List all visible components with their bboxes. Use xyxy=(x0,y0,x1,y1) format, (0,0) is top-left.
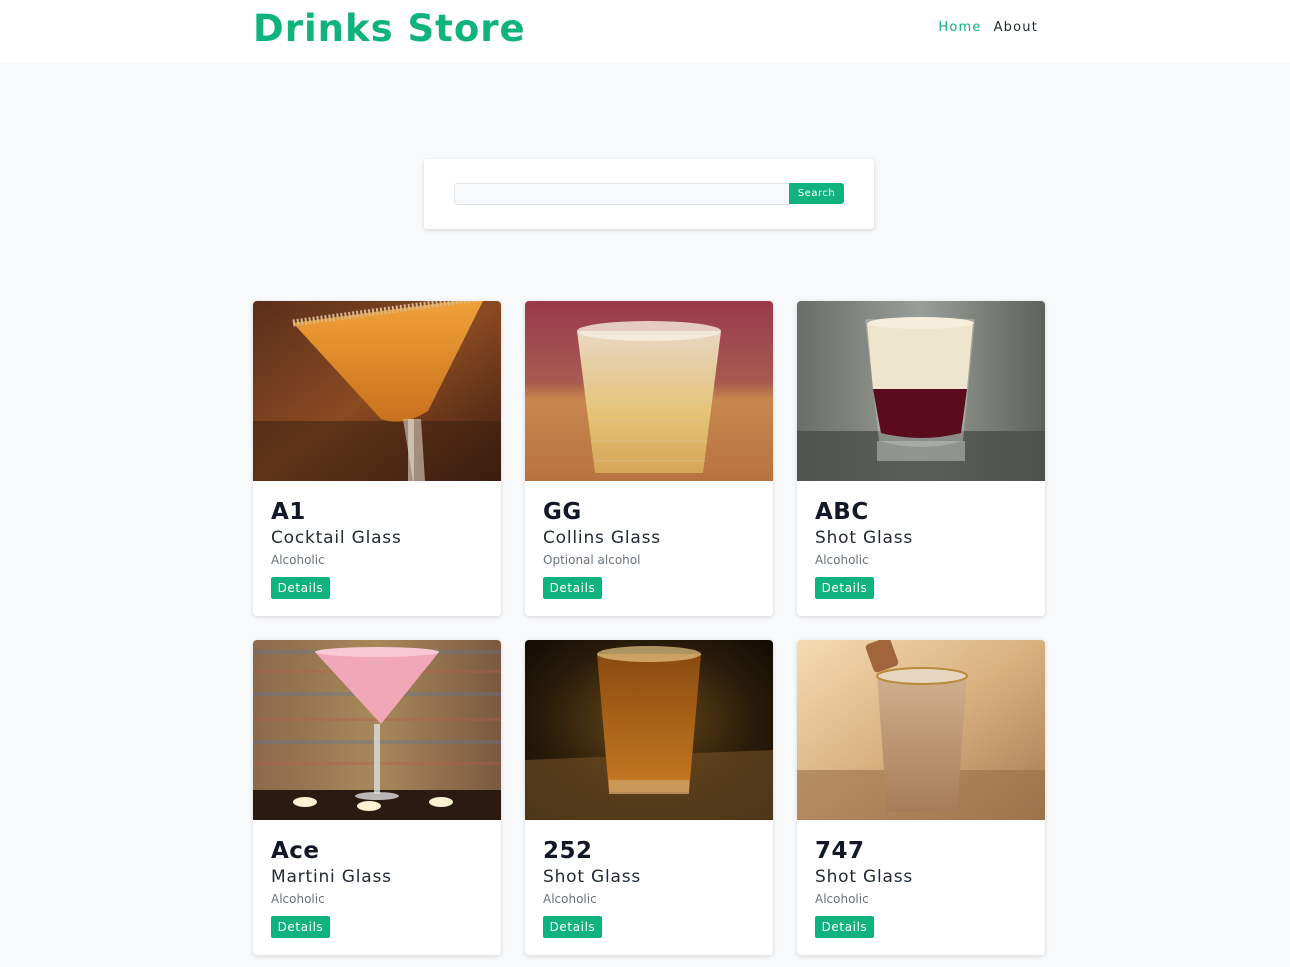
details-button[interactable]: Details xyxy=(815,577,874,599)
drink-glass: Shot Glass xyxy=(543,867,642,887)
drink-card: A1 Cocktail Glass Alcoholic Details xyxy=(253,301,501,616)
drink-name: ABC xyxy=(815,499,869,525)
drink-glass: Martini Glass xyxy=(271,867,392,887)
details-button[interactable]: Details xyxy=(271,577,330,599)
drink-glass: Shot Glass xyxy=(815,867,914,887)
search-button[interactable]: Search xyxy=(789,183,844,204)
drink-name: A1 xyxy=(271,499,306,525)
drink-alcoholic-label: Alcoholic xyxy=(543,892,597,906)
drink-glass: Cocktail Glass xyxy=(271,528,402,548)
drink-card: GG Collins Glass Optional alcohol Detail… xyxy=(525,301,773,616)
nav-home-link[interactable]: Home xyxy=(938,20,981,36)
drink-name: GG xyxy=(543,499,582,525)
drink-image[interactable] xyxy=(525,640,773,820)
drink-glass: Shot Glass xyxy=(815,528,914,548)
search-input[interactable] xyxy=(454,183,790,205)
drink-card: Ace Martini Glass Alcoholic Details xyxy=(253,640,501,955)
nav-about-link[interactable]: About xyxy=(994,20,1038,36)
drink-name: Ace xyxy=(271,838,320,864)
drink-alcoholic-label: Optional alcohol xyxy=(543,553,641,567)
details-button[interactable]: Details xyxy=(271,916,330,938)
drink-alcoholic-label: Alcoholic xyxy=(271,553,325,567)
drink-alcoholic-label: Alcoholic xyxy=(815,892,869,906)
drink-glass: Collins Glass xyxy=(543,528,661,548)
drink-alcoholic-label: Alcoholic xyxy=(815,553,869,567)
drink-alcoholic-label: Alcoholic xyxy=(271,892,325,906)
drink-card: 747 Shot Glass Alcoholic Details xyxy=(797,640,1045,955)
drink-card: ABC Shot Glass Alcoholic Details xyxy=(797,301,1045,616)
drink-image[interactable] xyxy=(797,301,1045,481)
drink-image[interactable] xyxy=(525,301,773,481)
drink-name: 252 xyxy=(543,838,593,864)
brand-logo[interactable]: Drinks Store xyxy=(253,8,526,50)
details-button[interactable]: Details xyxy=(815,916,874,938)
drink-image[interactable] xyxy=(797,640,1045,820)
details-button[interactable]: Details xyxy=(543,916,602,938)
drink-card: 252 Shot Glass Alcoholic Details xyxy=(525,640,773,955)
drink-image[interactable] xyxy=(253,301,501,481)
drink-image[interactable] xyxy=(253,640,501,820)
drink-name: 747 xyxy=(815,838,865,864)
details-button[interactable]: Details xyxy=(543,577,602,599)
search-card: Search xyxy=(424,159,874,229)
navbar: Drinks Store Home About xyxy=(0,0,1290,62)
nav-links: Home About xyxy=(938,20,1038,36)
